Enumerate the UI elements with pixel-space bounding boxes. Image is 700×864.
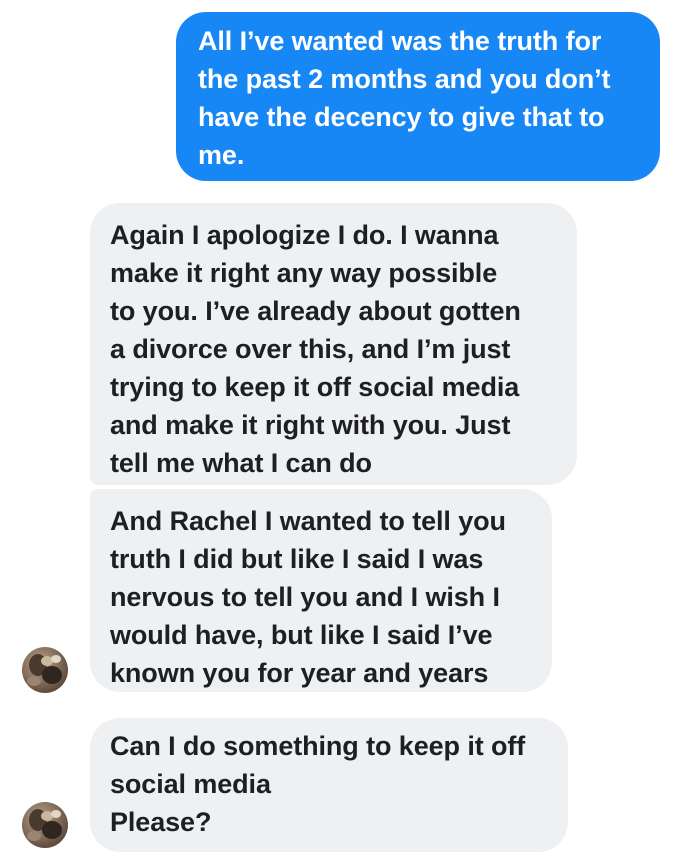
outgoing-message-bubble[interactable]: All I’ve wanted was the truth for the pa… <box>176 12 660 181</box>
incoming-message-bubble[interactable]: Can I do something to keep it off social… <box>90 718 568 852</box>
incoming-message-bubble[interactable]: Again I apologize I do. I wanna make it … <box>90 203 577 485</box>
avatar-photo-icon <box>27 654 62 686</box>
contact-avatar-icon[interactable] <box>22 802 68 848</box>
avatar-photo-icon <box>27 809 62 841</box>
contact-avatar-icon[interactable] <box>22 647 68 693</box>
incoming-message-bubble[interactable]: And Rachel I wanted to tell you truth I … <box>90 489 552 692</box>
